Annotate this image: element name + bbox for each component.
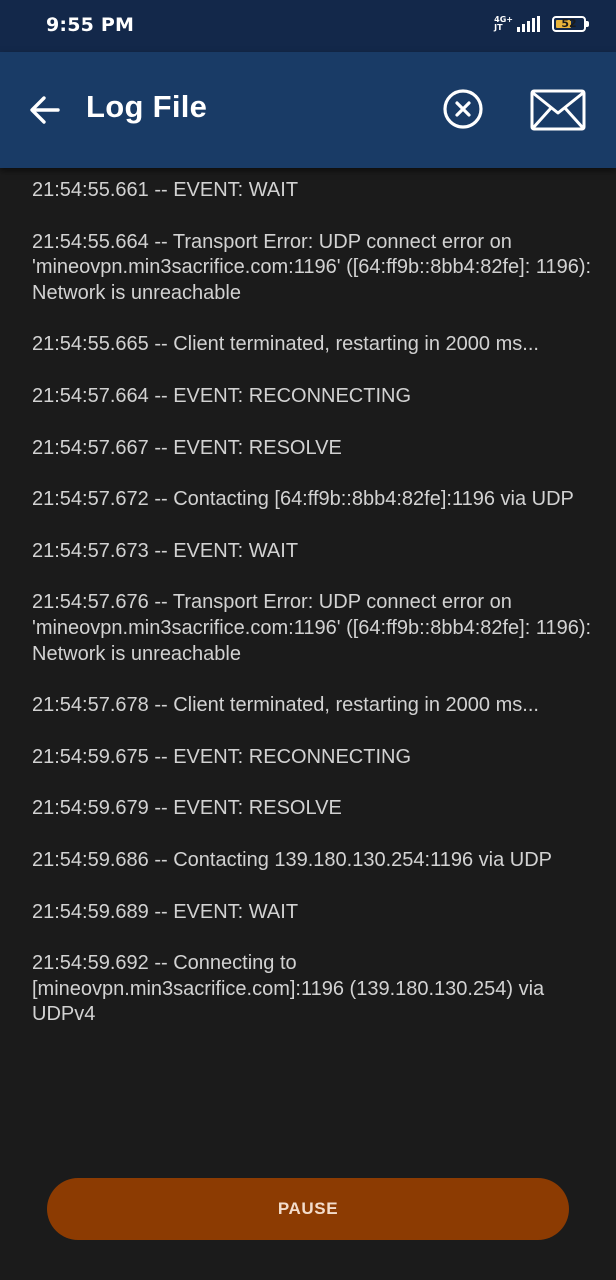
app-bar: Log File: [0, 52, 616, 168]
status-bar: 9:55 PM 4G+ JT 52: [0, 0, 616, 52]
battery-icon: 52: [552, 16, 589, 32]
log-entry: 21:54:59.686 -- Contacting 139.180.130.2…: [32, 848, 552, 871]
log-entry: 21:54:57.672 -- Contacting [64:ff9b::8bb…: [32, 488, 574, 511]
log-list: 21:54:55.661 -- EVENT: WAIT 21:54:55.664 …: [32, 178, 592, 1054]
battery-level: 52: [561, 17, 577, 30]
log-entry: 21:54:55.661 -- EVENT: WAIT: [32, 179, 299, 201]
page-title: Log File: [86, 89, 208, 124]
back-button[interactable]: [26, 90, 66, 130]
close-circle-icon: [443, 89, 483, 129]
log-entry: 21:54:59.679 -- EVENT: RESOLVE: [32, 797, 342, 820]
log-entry: 21:54:59.675 -- EVENT: RECONNECTING: [32, 745, 412, 768]
signal-bars-icon: [517, 16, 540, 32]
send-log-email-button[interactable]: [530, 89, 586, 131]
log-entry: 21:54:57.676 -- Transport Error: UDP con…: [32, 591, 592, 665]
log-entry: 21:54:57.667 -- EVENT: RESOLVE: [32, 436, 342, 459]
network-type-label: 4G+ JT: [494, 16, 513, 32]
clear-log-button[interactable]: [441, 87, 485, 131]
log-entry: 21:54:57.664 -- EVENT: RECONNECTING: [32, 384, 412, 407]
envelope-icon: [530, 89, 586, 131]
pause-button[interactable]: PAUSE: [47, 1178, 569, 1240]
log-entry: 21:54:55.665 -- Client terminated, resta…: [32, 333, 539, 356]
log-entry: 21:54:55.664 -- Transport Error: UDP con…: [32, 230, 592, 304]
status-time: 9:55 PM: [46, 14, 135, 36]
log-entry: 21:54:57.678 -- Client terminated, resta…: [32, 694, 539, 717]
arrow-left-icon: [30, 96, 60, 124]
log-entry: 21:54:57.673 -- EVENT: WAIT: [32, 539, 299, 562]
network-sub: JT: [494, 23, 503, 32]
status-icons: 4G+ JT 52: [494, 16, 589, 32]
log-scroll-area[interactable]: 21:54:55.661 -- EVENT: WAIT 21:54:55.664 …: [0, 168, 616, 1168]
log-entry: 21:54:59.692 -- Connecting to [mineovpn.…: [32, 952, 545, 1026]
log-entry: 21:54:59.689 -- EVENT: WAIT: [32, 900, 299, 923]
